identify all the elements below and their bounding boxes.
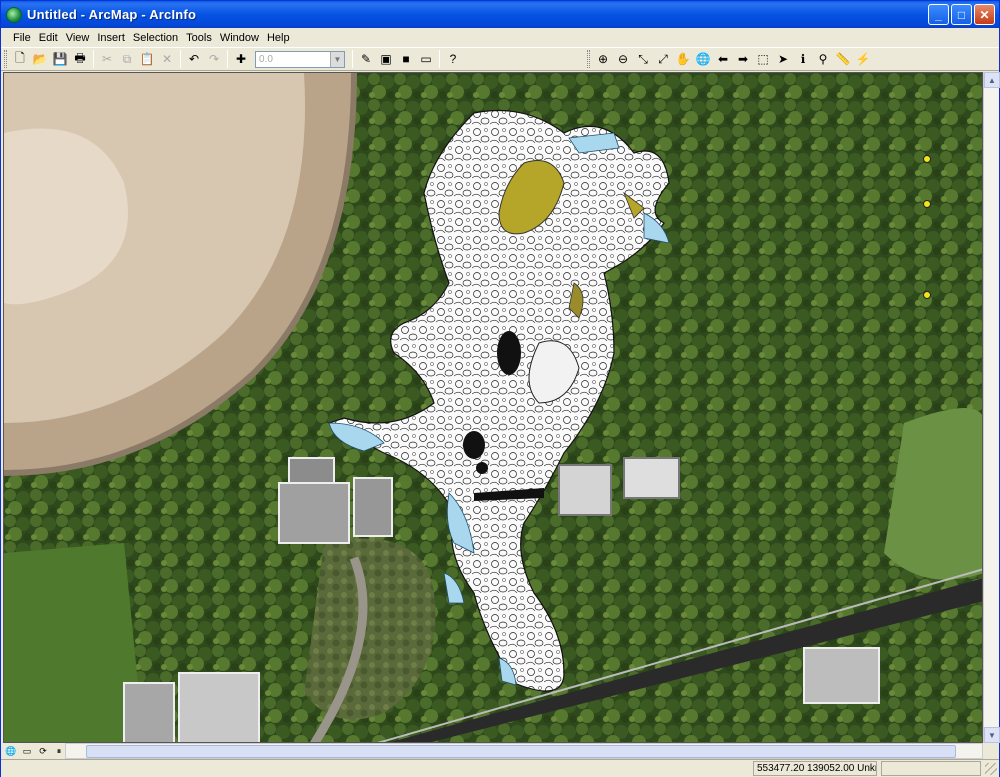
editor-toolbar: ✎ ▣ ■ ▭? xyxy=(356,49,463,69)
print-icon[interactable]: 🖶 xyxy=(70,49,90,69)
toolbar-grip[interactable] xyxy=(4,50,7,68)
select-elements-icon[interactable]: ➤ xyxy=(773,49,793,69)
view-bar: 🌐 ▭ ⟳ ⏸ xyxy=(3,743,999,759)
add-data-icon[interactable]: ✚ xyxy=(231,49,251,69)
menu-view[interactable]: View xyxy=(62,32,94,44)
horizontal-scroll-thumb[interactable] xyxy=(86,745,956,758)
map-scale-combobox[interactable]: 0.0 ▼ xyxy=(255,50,345,68)
toolbar-separator xyxy=(227,50,228,68)
layout-view-icon[interactable]: ▭ xyxy=(21,745,33,757)
hyperlink-icon[interactable]: ⚡ xyxy=(853,49,873,69)
aerial-map-canvas[interactable] xyxy=(4,73,983,743)
minimize-button[interactable]: _ xyxy=(928,4,949,25)
arccatalog-icon[interactable]: ▣ xyxy=(376,49,396,69)
cut-icon[interactable]: ✂ xyxy=(97,49,117,69)
menu-help[interactable]: Help xyxy=(263,32,294,44)
toolbar-grip[interactable] xyxy=(587,50,590,68)
window-title: Untitled - ArcMap - ArcInfo xyxy=(27,7,197,22)
horizontal-scrollbar[interactable] xyxy=(65,743,983,759)
title-bar[interactable]: Untitled - ArcMap - ArcInfo _ □ ✕ xyxy=(1,1,999,28)
pan-icon[interactable]: ✋ xyxy=(673,49,693,69)
undo-icon[interactable]: ↶ xyxy=(184,49,204,69)
toolbar-separator xyxy=(439,50,440,68)
whats-this-icon[interactable]: ? xyxy=(443,49,463,69)
command-line-icon[interactable]: ▭ xyxy=(416,49,436,69)
menu-file[interactable]: File xyxy=(9,32,35,44)
maximize-button[interactable]: □ xyxy=(951,4,972,25)
measure-icon[interactable]: 📏 xyxy=(833,49,853,69)
resize-grip-icon[interactable] xyxy=(985,763,997,775)
map-scale-value: 0.0 xyxy=(259,53,273,65)
status-bar: 553477.20 139052.00 Unknown xyxy=(1,759,999,777)
save-icon[interactable]: 💾 xyxy=(50,49,70,69)
copy-icon[interactable]: ⧉ xyxy=(117,49,137,69)
status-pane-empty xyxy=(881,761,981,776)
full-extent-icon[interactable]: 🌐 xyxy=(693,49,713,69)
tools-toolbar: ⊕ ⊖ ⤡ ⤢ ✋ 🌐 ⬅ ➡ ⬚ ➤ ℹ ⚲ 📏 ⚡ xyxy=(593,49,873,69)
map-display[interactable] xyxy=(3,72,983,743)
menu-window[interactable]: Window xyxy=(216,32,263,44)
redo-icon[interactable]: ↷ xyxy=(204,49,224,69)
scroll-down-icon[interactable]: ▼ xyxy=(984,727,1000,743)
toolbar-separator xyxy=(352,50,353,68)
zoom-in-icon[interactable]: ⊕ xyxy=(593,49,613,69)
refresh-icon[interactable]: ⟳ xyxy=(37,745,49,757)
forward-extent-icon[interactable]: ➡ xyxy=(733,49,753,69)
identify-icon[interactable]: ℹ xyxy=(793,49,813,69)
select-features-icon[interactable]: ⬚ xyxy=(753,49,773,69)
editor-toolbar-icon[interactable]: ✎ xyxy=(356,49,376,69)
find-icon[interactable]: ⚲ xyxy=(813,49,833,69)
zoom-out-icon[interactable]: ⊖ xyxy=(613,49,633,69)
data-view-icon[interactable]: 🌐 xyxy=(5,745,17,757)
toolbar: 🗋 📂 💾 🖶 ✂ ⧉ 📋 ✕ ↶ ↷ ✚ 0.0 ▼ ✎ ▣ ■ ▭? ⊕ ⊖ ⤡ ⤢ ✋ 🌐 ⬅ ➡ ⬚ ➤ ℹ ⚲ 📏 ⚡ xyxy=(1,47,999,71)
menu-edit[interactable]: Edit xyxy=(35,32,62,44)
close-button[interactable]: ✕ xyxy=(974,4,995,25)
coordinate-readout: 553477.20 139052.00 Unknown xyxy=(753,761,877,776)
standard-toolbar: 🗋 📂 💾 🖶 ✂ ⧉ 📋 ✕ ↶ ↷ ✚ xyxy=(10,49,251,69)
chevron-down-icon[interactable]: ▼ xyxy=(330,51,344,67)
delete-icon[interactable]: ✕ xyxy=(157,49,177,69)
toolbar-separator xyxy=(180,50,181,68)
paste-icon[interactable]: 📋 xyxy=(137,49,157,69)
open-folder-icon[interactable]: 📂 xyxy=(30,49,50,69)
pause-drawing-icon[interactable]: ⏸ xyxy=(53,745,65,757)
back-extent-icon[interactable]: ⬅ xyxy=(713,49,733,69)
arcmap-window: Untitled - ArcMap - ArcInfo _ □ ✕ File E… xyxy=(0,0,1000,777)
new-document-icon[interactable]: 🗋 xyxy=(10,49,30,69)
toolbar-separator xyxy=(93,50,94,68)
menu-tools[interactable]: Tools xyxy=(182,32,216,44)
vertical-scrollbar[interactable]: ▲ ▼ xyxy=(983,72,1000,743)
arcmap-globe-icon xyxy=(6,6,22,23)
scroll-up-icon[interactable]: ▲ xyxy=(984,72,1000,88)
fixed-zoom-out-icon[interactable]: ⤢ xyxy=(653,49,673,69)
menu-selection[interactable]: Selection xyxy=(129,32,182,44)
arctoolbox-icon[interactable]: ■ xyxy=(396,49,416,69)
fixed-zoom-in-icon[interactable]: ⤡ xyxy=(633,49,653,69)
menu-insert[interactable]: Insert xyxy=(93,32,129,44)
menu-bar: File Edit View Insert Selection Tools Wi… xyxy=(1,28,999,47)
